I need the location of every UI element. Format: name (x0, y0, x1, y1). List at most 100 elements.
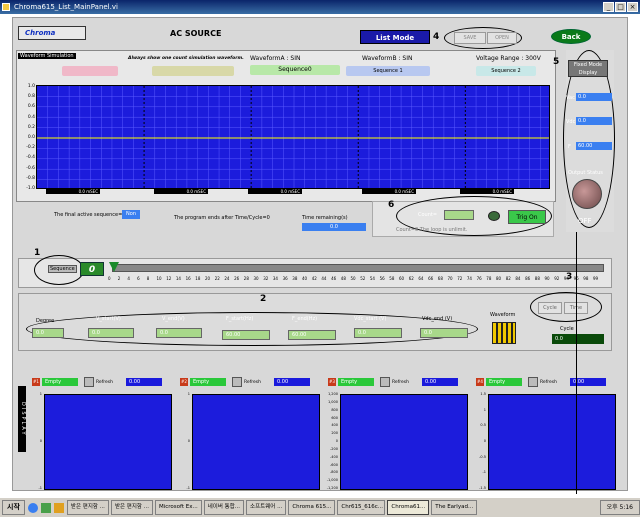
f-end-field[interactable]: 60.00 (288, 330, 336, 340)
sequence-tick-label: 90 (544, 276, 550, 281)
display-tick-label: 0 (187, 439, 190, 443)
panel-value: 0.00 (274, 378, 310, 386)
display-tick-label: 1.5 (480, 392, 486, 396)
sequence-tick-label: 30 (253, 276, 259, 281)
sequence-ticks: 0 2 4 6 8 10 12 14 16 18 20 22 24 26 28 30 32 34 36 38 40 42 4… (108, 276, 608, 284)
sequence-tick-label: 10 (156, 276, 162, 281)
marker-2: 2 (260, 294, 267, 304)
display-tick-label: -1,200 (326, 486, 338, 490)
close-icon[interactable]: × (627, 2, 638, 12)
clock: 오후 5:16 (599, 500, 640, 515)
ie-icon[interactable] (27, 502, 38, 513)
y-tick-label: -0.6 (26, 165, 35, 171)
y-tick-label: 0.8 (27, 94, 35, 100)
display-y-axis: 1 0 -1 (30, 392, 43, 492)
minimize-icon[interactable]: _ (603, 2, 614, 12)
display-panel-3: #3 Empty Refresh 0.00 1,200 1,000 800 600 400 200… (326, 374, 472, 492)
save-button[interactable]: SAVE (454, 32, 486, 44)
desktop-icon[interactable] (40, 502, 51, 513)
f-start-field[interactable]: 60.00 (222, 330, 270, 340)
sequence-tick-label: 84 (515, 276, 521, 281)
taskbar-task[interactable]: 받은 편지함 ... (66, 500, 109, 515)
display-vertical-label: DISPLAY (18, 386, 26, 452)
waveform-selector-icon[interactable] (492, 322, 516, 344)
taskbar-task[interactable]: Chroma61... (387, 500, 430, 515)
sequence-tick-label: 40 (302, 276, 308, 281)
display-tick-label: 1 (483, 407, 486, 412)
v-start-field[interactable]: 0.0 (88, 328, 134, 338)
panel-number-badge: #4 (476, 378, 484, 386)
chroma-logo: Chroma (18, 26, 86, 40)
refresh-icon[interactable] (528, 377, 538, 387)
degree-label: Degree (36, 318, 55, 324)
seq-tab-1: Sequence 1 (346, 66, 430, 76)
cycle-label: Cycle (560, 326, 574, 332)
list-mode-indicator: List Mode (360, 30, 430, 44)
trig-led-icon (488, 211, 500, 221)
sequence-tick-label: 28 (243, 276, 249, 281)
sequence-value[interactable]: 0 (80, 262, 104, 276)
taskbar-task[interactable]: Chr615_616c... (337, 500, 386, 515)
v-end-field[interactable]: 0.0 (156, 328, 202, 338)
sequence-tick-label: 66 (428, 276, 434, 281)
display-tick-label: -1.5 (479, 486, 486, 490)
refresh-icon[interactable] (232, 377, 242, 387)
y-tick-label: -0.2 (26, 145, 35, 151)
sequence-slider-thumb[interactable] (109, 262, 119, 272)
waveform-a-label: WaveformA : SIN (250, 55, 301, 62)
sequence-tick-label: 24 (224, 276, 230, 281)
outlook-icon[interactable] (53, 502, 64, 513)
final-seq-value: Non (122, 210, 140, 219)
display-tick-label: 1,000 (327, 399, 338, 404)
sequence-tick-label: 92 (554, 276, 560, 281)
maximize-icon[interactable]: □ (615, 2, 626, 12)
sequence-tick-label: 16 (185, 276, 191, 281)
panel-source-select[interactable]: Empty (190, 378, 226, 386)
sequence-tick-label: 50 (350, 276, 356, 281)
panel-source-select[interactable]: Empty (486, 378, 522, 386)
vdc-start-label: Vdc_start (V) (354, 316, 387, 322)
refresh-icon[interactable] (84, 377, 94, 387)
time-label-5: 0.0 mSEC (460, 189, 514, 194)
display-tick-label: 400 (331, 423, 338, 428)
taskbar-task[interactable]: Chroma 615... (288, 500, 336, 515)
sequence-tick-label: 78 (486, 276, 492, 281)
f-label: F (568, 144, 571, 150)
vac-label: Vac (566, 95, 575, 101)
display-chart (192, 394, 320, 490)
open-button[interactable]: OPEN (487, 32, 517, 44)
sequence-tick-label: 99 (593, 276, 599, 281)
sequence-label: Sequence (48, 265, 77, 273)
v-start-label: V_start(V) (96, 316, 121, 322)
sequence-tick-label: 60 (399, 276, 405, 281)
f-end-label: F_end(Hz) (292, 316, 318, 322)
taskbar-task[interactable]: 받은 편지함 ... (110, 500, 153, 515)
y-tick-label: 0.2 (27, 124, 35, 130)
marker-6: 6 (388, 200, 395, 210)
count-input[interactable] (444, 210, 474, 220)
seq-tab-0: Sequence0 (250, 65, 340, 75)
refresh-icon[interactable] (380, 377, 390, 387)
sequence-tick-label: 20 (205, 276, 211, 281)
degree-field[interactable]: 0.0 (32, 328, 64, 338)
vdc-start-field[interactable]: 0.0 (354, 328, 402, 338)
sequence-slider-track[interactable] (112, 264, 604, 272)
taskbar-task[interactable]: Microsoft Ex... (154, 500, 202, 515)
taskbar-task[interactable]: 소프트웨어 ... (246, 500, 287, 515)
sequence-tick-label: 8 (146, 276, 150, 281)
panel-source-select[interactable]: Empty (42, 378, 78, 386)
display-panel-2: #2 Empty Refresh 0.00 1 0 -1 (178, 374, 324, 492)
time-remaining-label: Time remaining(s) (302, 215, 348, 221)
taskbar-task[interactable]: The Earlyad... (431, 500, 478, 515)
cycle-button[interactable]: Cycle (538, 302, 562, 314)
vdc-end-field[interactable]: 0.0 (420, 328, 468, 338)
sequence-tick-label: 72 (457, 276, 463, 281)
trig-on-button[interactable]: Trig On (508, 210, 546, 224)
sequence-tick-label: 56 (379, 276, 385, 281)
start-button[interactable]: 시작 (2, 500, 25, 515)
sequence-tick-label: 14 (175, 276, 181, 281)
back-button[interactable]: Back (551, 29, 591, 44)
taskbar-task[interactable]: 네이버 통합... (203, 500, 245, 515)
panel-source-select[interactable]: Empty (338, 378, 374, 386)
cycle-field[interactable]: 0.0 (552, 334, 604, 344)
